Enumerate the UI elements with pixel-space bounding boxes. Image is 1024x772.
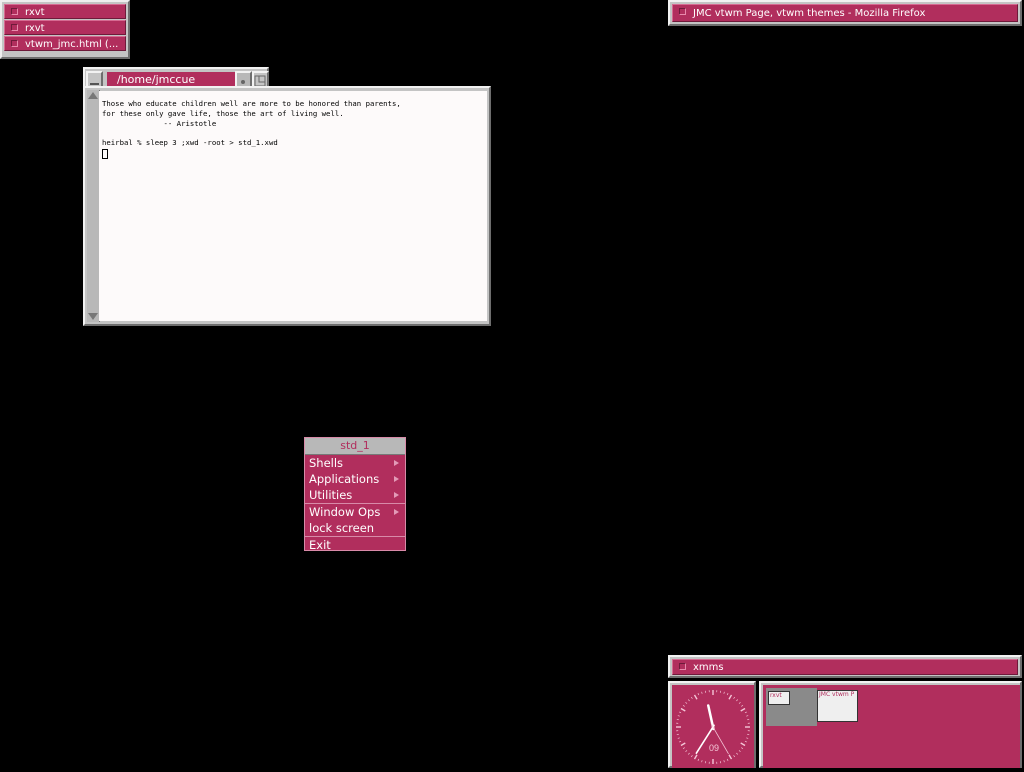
pager-desktop[interactable]: rxvt JMC vtwm P — [763, 685, 1020, 768]
icon-manager-item-rxvt-1[interactable]: rxvt — [4, 4, 126, 19]
clock-tick — [727, 759, 728, 761]
window-title-text: /home/jmccue — [117, 73, 195, 86]
terminal-line: for these only gave life, those the art … — [102, 109, 344, 118]
clock-tick — [734, 697, 735, 699]
xmms-icon-manager: xmms — [668, 655, 1022, 678]
terminal-window: /home/jmccue Those who educate children … — [83, 67, 491, 326]
clock-tick — [729, 755, 732, 759]
menu-item-exit[interactable]: Exit — [305, 536, 405, 553]
text-cursor — [102, 149, 108, 159]
clock-tick — [681, 743, 685, 746]
menu-item-label: Applications — [309, 472, 379, 486]
window-icon — [679, 8, 686, 15]
clock-icon: 09 — [672, 685, 754, 768]
clock-tick — [695, 755, 698, 759]
icon-manager-item-label: rxvt — [25, 23, 45, 34]
clock-tick — [741, 709, 745, 712]
window-icon — [11, 24, 18, 31]
scroll-up-icon[interactable] — [88, 92, 98, 99]
clock-tick — [695, 695, 698, 699]
clock-tick — [746, 738, 748, 739]
icon-manager-item-label: JMC vtwm Page, vtwm themes - Mozilla Fir… — [693, 8, 925, 19]
terminal-line: Those who educate children well are more… — [102, 99, 401, 108]
firefox-icon-manager: JMC vtwm Page, vtwm themes - Mozilla Fir… — [668, 0, 1022, 26]
pager-window-firefox[interactable]: JMC vtwm P — [817, 690, 858, 722]
menu-item-label: Shells — [309, 456, 343, 470]
clock-tick — [688, 700, 689, 701]
clock-tick — [741, 743, 745, 746]
menu-item-label: Window Ops — [309, 505, 380, 519]
menu-item-lock-screen[interactable]: lock screen — [305, 520, 405, 536]
clock-tick — [678, 738, 680, 739]
icon-manager-item-xmms[interactable]: xmms — [672, 659, 1018, 675]
clock-tick — [724, 760, 725, 762]
clock-tick — [678, 716, 680, 717]
clock-window: 09 — [668, 681, 756, 768]
clock-tick — [745, 741, 747, 742]
terminal-line: -- Aristotle — [102, 119, 216, 128]
window-icon — [679, 663, 686, 670]
clock-tick — [729, 695, 732, 699]
hour-hand — [708, 706, 713, 729]
submenu-arrow-icon — [394, 492, 399, 498]
clock-tick — [741, 748, 743, 749]
submenu-arrow-icon — [394, 460, 399, 466]
root-menu: std_1 Shells Applications Utilities Wind… — [304, 437, 406, 551]
clock-tick — [679, 712, 681, 713]
clock-tick — [681, 709, 685, 712]
icon-manager-item-firefox-window[interactable]: JMC vtwm Page, vtwm themes - Mozilla Fir… — [672, 4, 1018, 22]
menu-item-shells[interactable]: Shells — [305, 455, 405, 471]
clock-tick — [698, 759, 699, 761]
clock-tick — [724, 692, 725, 694]
menu-item-utilities[interactable]: Utilities — [305, 487, 405, 503]
clock-tick — [739, 702, 740, 703]
menu-item-label: Utilities — [309, 488, 352, 502]
clock-tick — [741, 705, 743, 706]
terminal-frame: Those who educate children well are more… — [83, 86, 491, 326]
menu-item-applications[interactable]: Applications — [305, 471, 405, 487]
icon-manager-item-label: xmms — [693, 662, 724, 673]
icon-manager: rxvt rxvt vtwm_jmc.html (... — [0, 0, 130, 59]
clock-tick — [702, 692, 703, 694]
window-icon — [11, 8, 18, 15]
icon-manager-item-firefox[interactable]: vtwm_jmc.html (... — [4, 36, 126, 51]
clock-tick — [734, 755, 735, 757]
terminal-prompt: heirbal % sleep 3 ;xwd -root > std_1.xwd — [102, 138, 278, 147]
clock-tick — [691, 697, 692, 699]
clock-tick — [739, 750, 740, 751]
icon-manager-item-rxvt-2[interactable]: rxvt — [4, 20, 126, 35]
clock-tick — [686, 750, 687, 751]
clock-date-label: 09 — [709, 743, 719, 753]
menu-item-window-ops[interactable]: Window Ops — [305, 503, 405, 520]
icon-manager-item-label: vtwm_jmc.html (... — [25, 39, 118, 50]
menu-item-label: lock screen — [309, 521, 374, 535]
clock-tick — [691, 755, 692, 757]
scroll-down-icon[interactable] — [88, 313, 98, 320]
virtual-desktop-pager: rxvt JMC vtwm P — [759, 681, 1022, 768]
clock-face: 09 — [672, 685, 754, 768]
clock-tick — [727, 693, 728, 695]
submenu-arrow-icon — [394, 509, 399, 515]
clock-tick — [679, 741, 681, 742]
submenu-arrow-icon — [394, 476, 399, 482]
clock-tick — [683, 748, 685, 749]
clock-tick — [746, 716, 748, 717]
window-icon — [11, 40, 18, 47]
clock-tick — [745, 712, 747, 713]
clock-tick — [736, 753, 737, 754]
clock-tick — [736, 700, 737, 701]
clock-tick — [698, 693, 699, 695]
clock-tick — [688, 753, 689, 754]
clock-tick — [686, 702, 687, 703]
clock-tick — [702, 760, 703, 762]
clock-tick — [683, 705, 685, 706]
terminal-screen[interactable]: Those who educate children well are more… — [99, 91, 487, 321]
menu-item-label: Exit — [309, 538, 331, 552]
icon-manager-item-label: rxvt — [25, 7, 45, 18]
menu-title: std_1 — [305, 438, 405, 455]
pager-window-rxvt[interactable]: rxvt — [768, 691, 790, 705]
